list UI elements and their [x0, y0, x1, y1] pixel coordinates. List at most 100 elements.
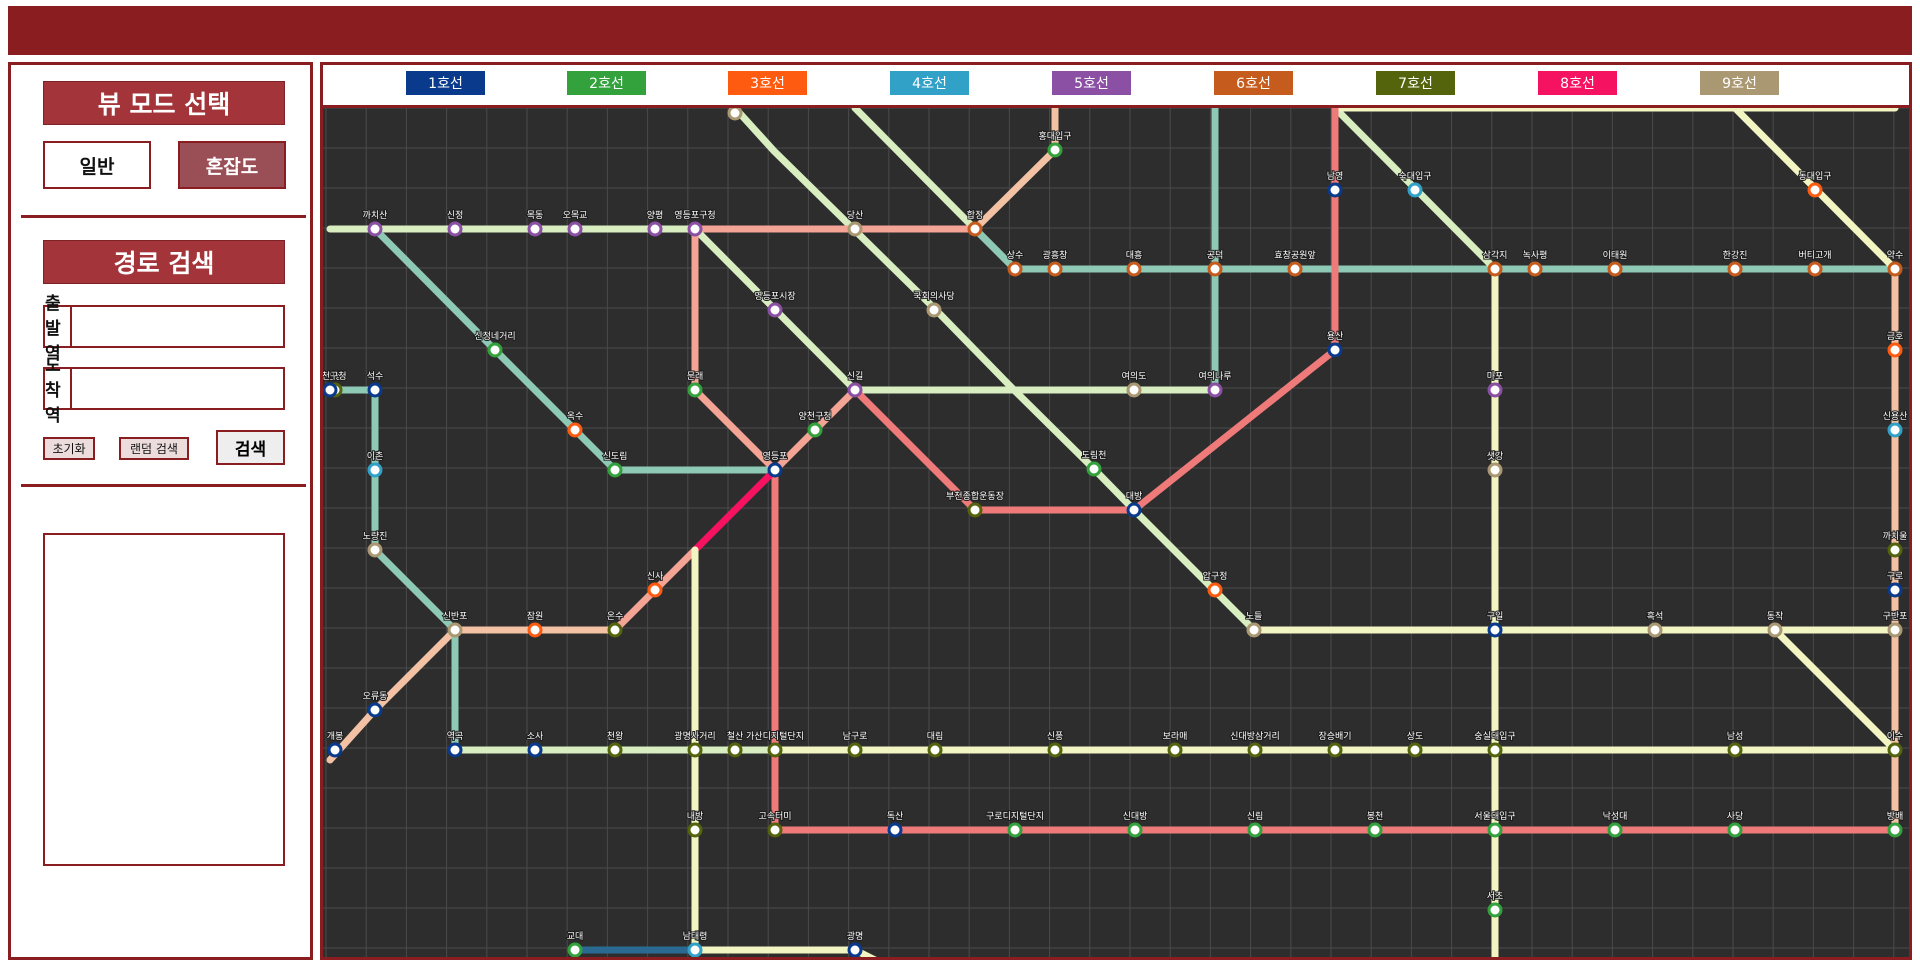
station-marker[interactable] — [926, 302, 942, 318]
station-marker[interactable] — [1487, 822, 1503, 838]
station-marker[interactable] — [927, 742, 943, 758]
station-marker[interactable] — [607, 742, 623, 758]
station-marker[interactable] — [1607, 261, 1623, 277]
station-marker[interactable] — [1007, 822, 1023, 838]
station-marker[interactable] — [1887, 622, 1903, 638]
station-marker[interactable] — [1047, 142, 1063, 158]
station-marker[interactable] — [1126, 261, 1142, 277]
station-marker[interactable] — [1527, 261, 1543, 277]
station-marker[interactable] — [1487, 742, 1503, 758]
station-marker[interactable] — [1127, 822, 1143, 838]
station-marker[interactable] — [1126, 382, 1142, 398]
station-marker[interactable] — [1367, 822, 1383, 838]
station-marker[interactable] — [1487, 622, 1503, 638]
station-marker[interactable] — [1407, 742, 1423, 758]
station-marker[interactable] — [687, 942, 703, 957]
station-marker[interactable] — [1727, 261, 1743, 277]
station-marker[interactable] — [647, 582, 663, 598]
station-marker[interactable] — [567, 221, 583, 237]
station-marker[interactable] — [847, 221, 863, 237]
legend-line-8[interactable]: 8호선 — [1538, 71, 1617, 95]
arrival-input[interactable] — [72, 369, 283, 408]
station-marker[interactable] — [1207, 382, 1223, 398]
map-canvas[interactable]: 선유도홍대입구당산합정까치산신정목동오목교양평영등포구청상수광흥창대흥공덕효창공… — [323, 108, 1909, 957]
station-marker[interactable] — [967, 221, 983, 237]
congestion-mode-button[interactable]: 혼잡도 — [178, 141, 286, 189]
station-marker[interactable] — [1807, 261, 1823, 277]
station-marker[interactable] — [1887, 542, 1903, 558]
station-marker[interactable] — [727, 108, 743, 121]
station-marker[interactable] — [567, 422, 583, 438]
station-marker[interactable] — [767, 462, 783, 478]
legend-line-2[interactable]: 2호선 — [567, 71, 646, 95]
station-marker[interactable] — [1007, 261, 1023, 277]
station-marker[interactable] — [1247, 822, 1263, 838]
station-marker[interactable] — [887, 822, 903, 838]
station-marker[interactable] — [1407, 182, 1423, 198]
station-marker[interactable] — [767, 742, 783, 758]
station-marker[interactable] — [687, 221, 703, 237]
legend-line-9[interactable]: 9호선 — [1700, 71, 1779, 95]
random-search-button[interactable]: 랜덤 검색 — [119, 437, 189, 460]
station-marker[interactable] — [1126, 502, 1142, 518]
station-marker[interactable] — [607, 462, 623, 478]
station-marker[interactable] — [767, 822, 783, 838]
station-marker[interactable] — [367, 542, 383, 558]
station-marker[interactable] — [1487, 462, 1503, 478]
station-marker[interactable] — [487, 342, 503, 358]
station-marker[interactable] — [1607, 822, 1623, 838]
departure-input[interactable] — [72, 307, 283, 346]
station-marker[interactable] — [327, 742, 343, 758]
station-marker[interactable] — [1167, 742, 1183, 758]
station-marker[interactable] — [1487, 261, 1503, 277]
station-marker[interactable] — [847, 942, 863, 957]
station-marker[interactable] — [1487, 902, 1503, 918]
station-marker[interactable] — [1047, 261, 1063, 277]
station-marker[interactable] — [1727, 742, 1743, 758]
station-marker[interactable] — [807, 422, 823, 438]
station-marker[interactable] — [967, 502, 983, 518]
legend-line-5[interactable]: 5호선 — [1052, 71, 1131, 95]
station-marker[interactable] — [367, 382, 383, 398]
station-marker[interactable] — [447, 742, 463, 758]
station-marker[interactable] — [647, 221, 663, 237]
station-marker[interactable] — [1287, 261, 1303, 277]
station-marker[interactable] — [767, 302, 783, 318]
reset-button[interactable]: 초기화 — [43, 437, 95, 460]
station-marker[interactable] — [527, 221, 543, 237]
station-marker[interactable] — [1327, 182, 1343, 198]
station-marker[interactable] — [1887, 742, 1903, 758]
station-marker[interactable] — [527, 742, 543, 758]
station-marker[interactable] — [367, 702, 383, 718]
station-marker[interactable] — [1767, 622, 1783, 638]
legend-line-1[interactable]: 1호선 — [406, 71, 485, 95]
station-marker[interactable] — [1047, 742, 1063, 758]
station-marker[interactable] — [527, 622, 543, 638]
normal-mode-button[interactable]: 일반 — [43, 141, 151, 189]
station-marker[interactable] — [847, 382, 863, 398]
station-marker[interactable] — [567, 942, 583, 957]
station-marker[interactable] — [447, 622, 463, 638]
station-marker[interactable] — [1086, 461, 1102, 477]
station-marker[interactable] — [1207, 582, 1223, 598]
station-marker[interactable] — [1887, 822, 1903, 838]
station-marker[interactable] — [1247, 742, 1263, 758]
station-marker[interactable] — [607, 622, 623, 638]
station-marker[interactable] — [1807, 182, 1823, 198]
station-marker[interactable] — [323, 382, 338, 398]
station-marker[interactable] — [1327, 742, 1343, 758]
station-marker[interactable] — [727, 742, 743, 758]
station-marker[interactable] — [1887, 422, 1903, 438]
search-button[interactable]: 검색 — [216, 430, 285, 465]
legend-line-4[interactable]: 4호선 — [890, 71, 969, 95]
station-marker[interactable] — [1647, 622, 1663, 638]
station-marker[interactable] — [1887, 342, 1903, 358]
station-marker[interactable] — [1487, 382, 1503, 398]
legend-line-7[interactable]: 7호선 — [1376, 71, 1455, 95]
station-marker[interactable] — [1727, 822, 1743, 838]
station-marker[interactable] — [1207, 261, 1223, 277]
station-marker[interactable] — [367, 462, 383, 478]
station-marker[interactable] — [1887, 261, 1903, 277]
station-marker[interactable] — [447, 221, 463, 237]
station-marker[interactable] — [1887, 582, 1903, 598]
